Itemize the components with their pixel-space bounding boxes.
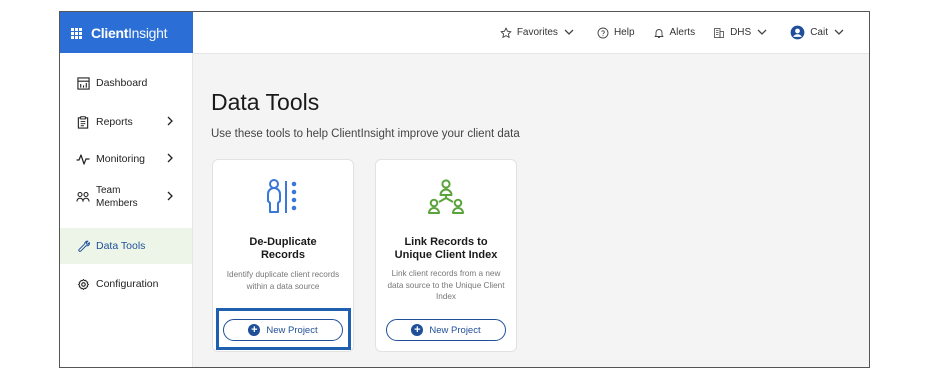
wrench-icon — [76, 239, 90, 253]
sidebar-item-team-members[interactable]: Team Members — [60, 183, 192, 211]
top-nav: Favorites Help Alerts DHS Cait — [500, 12, 869, 53]
chevron-right-icon — [167, 153, 174, 166]
bell-icon — [654, 28, 663, 38]
sidebar-item-data-tools[interactable]: Data Tools — [60, 228, 192, 264]
building-icon — [714, 27, 724, 38]
card-description: Identify duplicate client records within… — [226, 270, 340, 291]
page-title: Data Tools — [211, 89, 320, 115]
user-menu[interactable]: Cait — [790, 25, 849, 40]
top-bar: ClientInsight Favorites Help Alerts DHS — [60, 12, 869, 54]
dedupe-card[interactable]: De-Duplicate Records Identify duplicate … — [212, 159, 354, 352]
sidebar: Dashboard Reports Monitoring Team Member… — [60, 53, 193, 367]
dashboard-icon — [76, 76, 90, 90]
gear-icon — [76, 277, 90, 291]
plus-circle-icon: + — [248, 324, 261, 336]
card-description: Link client records from a new data sour… — [387, 269, 505, 301]
chevron-down-icon — [834, 29, 844, 35]
card-title: Link Records to Unique Client Index — [394, 236, 498, 261]
sidebar-item-dashboard[interactable]: Dashboard — [60, 75, 192, 91]
app-window: ClientInsight Favorites Help Alerts DHS — [59, 11, 870, 368]
alerts-link[interactable]: Alerts — [653, 27, 695, 39]
dedupe-icon — [213, 178, 353, 218]
sidebar-item-reports[interactable]: Reports — [60, 114, 192, 130]
link-records-card[interactable]: Link Records to Unique Client Index Link… — [375, 159, 517, 352]
chevron-right-icon — [167, 116, 174, 129]
sidebar-item-monitoring[interactable]: Monitoring — [60, 151, 192, 167]
sidebar-item-configuration[interactable]: Configuration — [60, 276, 192, 292]
star-icon — [500, 27, 512, 38]
new-project-button-dedupe[interactable]: + New Project — [223, 319, 343, 341]
page-subtitle: Use these tools to help ClientInsight im… — [211, 128, 520, 140]
team-icon — [76, 190, 90, 204]
card-title: De-Duplicate Records — [249, 236, 317, 261]
help-link[interactable]: Help — [597, 27, 635, 39]
plus-circle-icon: + — [411, 324, 424, 336]
logo-text: ClientInsight — [91, 24, 168, 41]
favorites-menu[interactable]: Favorites — [500, 27, 579, 39]
org-selector[interactable]: DHS — [713, 27, 772, 39]
new-project-button-link[interactable]: + New Project — [386, 319, 506, 341]
help-icon — [597, 27, 609, 38]
app-logo[interactable]: ClientInsight — [60, 12, 193, 53]
chevron-right-icon — [167, 191, 174, 204]
main-content: Data Tools Use these tools to help Clien… — [193, 53, 869, 367]
app-grid-icon[interactable] — [71, 27, 83, 39]
chevron-down-icon — [757, 29, 767, 35]
user-avatar-icon — [790, 25, 805, 40]
clipboard-icon — [76, 115, 90, 129]
activity-icon — [76, 152, 90, 166]
hierarchy-icon — [376, 178, 516, 218]
chevron-down-icon — [564, 29, 574, 35]
